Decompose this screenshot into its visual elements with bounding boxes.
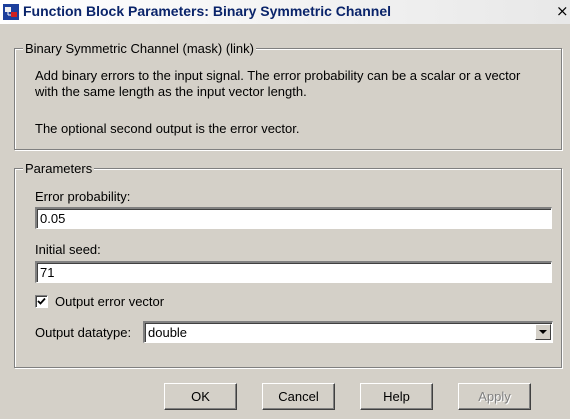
description-note: The optional second output is the error … bbox=[35, 121, 300, 136]
output-datatype-label: Output datatype: bbox=[35, 325, 132, 340]
mask-group-legend: Binary Symmetric Channel (mask) (link) bbox=[23, 41, 256, 56]
description-line-2: with the same length as the input vector… bbox=[35, 84, 307, 99]
initial-seed-field[interactable] bbox=[35, 261, 552, 283]
output-datatype-value: double bbox=[148, 325, 188, 340]
parameters-legend: Parameters bbox=[23, 161, 95, 176]
output-datatype-select[interactable]: double bbox=[143, 321, 553, 343]
chevron-down-icon[interactable] bbox=[535, 324, 551, 340]
ok-button[interactable]: OK bbox=[164, 383, 237, 410]
error-probability-field[interactable] bbox=[35, 207, 552, 229]
checkmark-icon bbox=[37, 297, 46, 305]
initial-seed-label: Initial seed: bbox=[35, 242, 101, 257]
error-probability-label: Error probability: bbox=[35, 189, 131, 204]
cancel-button[interactable]: Cancel bbox=[262, 383, 335, 410]
simulink-block-icon bbox=[3, 4, 19, 20]
help-button[interactable]: Help bbox=[360, 383, 433, 410]
output-error-vector-label[interactable]: Output error vector bbox=[55, 294, 164, 309]
close-icon[interactable]: × bbox=[556, 3, 570, 19]
title-bar[interactable]: Function Block Parameters: Binary Symmet… bbox=[0, 0, 570, 24]
apply-button[interactable]: Apply bbox=[458, 383, 531, 410]
output-error-vector-checkbox[interactable] bbox=[35, 295, 48, 308]
window-title: Function Block Parameters: Binary Symmet… bbox=[23, 3, 391, 19]
description-line-1: Add binary errors to the input signal. T… bbox=[35, 68, 521, 83]
